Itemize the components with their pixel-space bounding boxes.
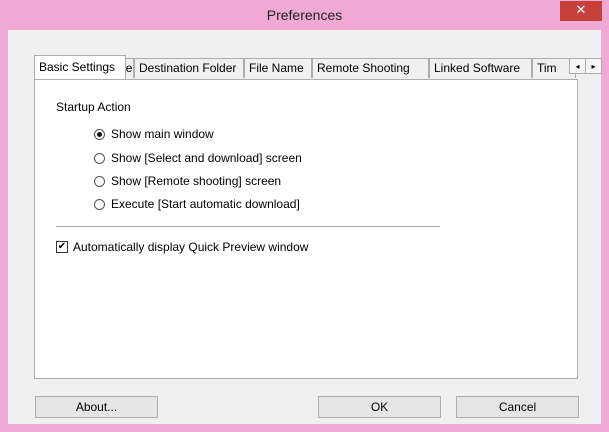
cancel-button-label: Cancel [498, 400, 537, 414]
checkmark-icon: ✔ [57, 241, 67, 252]
radio-label: Show [Select and download] screen [111, 151, 302, 165]
ok-button-label: OK [370, 400, 389, 414]
tab-remote-shooting[interactable]: Remote Shooting [312, 58, 429, 78]
window-title: Preferences [266, 7, 343, 23]
cancel-button[interactable]: Cancel [456, 396, 579, 418]
tab-linked-software[interactable]: Linked Software [429, 58, 532, 78]
radio-show-remote-shooting[interactable]: Show [Remote shooting] screen [94, 173, 281, 189]
tab-file-name[interactable]: File Name [244, 58, 312, 78]
preferences-dialog: Preferences ✕ Destination Folder Destina… [0, 0, 609, 432]
quick-preview-option[interactable]: ✔ Automatically display Quick Preview wi… [56, 240, 308, 254]
radio-button[interactable] [94, 128, 105, 140]
radio-label: Execute [Start automatic download] [111, 197, 300, 211]
quick-preview-checkbox[interactable]: ✔ [56, 241, 68, 253]
radio-label: Show main window [111, 127, 214, 141]
tab-label: File Name [249, 61, 304, 75]
about-button-label: About... [75, 400, 118, 414]
tab-label: Tim [537, 61, 557, 75]
tab-scroll-left-button[interactable]: ◂ [569, 58, 586, 74]
tab-label: Destination Folder [139, 61, 237, 75]
close-icon: ✕ [575, 3, 587, 18]
radio-button[interactable] [94, 152, 105, 164]
scroll-left-icon: ◂ [575, 62, 580, 71]
tab-scroll-right-button[interactable]: ▸ [585, 58, 602, 74]
basic-settings-panel: Startup Action Show main window Show [Se… [34, 79, 578, 379]
radio-label: Show [Remote shooting] screen [111, 174, 282, 188]
tab-destination-folder[interactable]: Destination Folder [134, 58, 244, 78]
title-bar[interactable]: Preferences ✕ [0, 0, 609, 30]
tab-label: Basic Settings [39, 60, 116, 74]
tab-basic-settings[interactable]: Basic Settings [34, 55, 126, 79]
radio-show-select-and-download[interactable]: Show [Select and download] screen [94, 150, 302, 166]
divider [56, 226, 440, 227]
close-button[interactable]: ✕ [560, 1, 602, 21]
radio-button[interactable] [94, 198, 105, 210]
quick-preview-label: Automatically display Quick Preview wind… [73, 240, 309, 254]
about-button[interactable]: About... [35, 396, 158, 418]
radio-show-main-window[interactable]: Show main window [94, 126, 214, 142]
tab-label: Remote Shooting [317, 61, 410, 75]
radio-execute-auto-download[interactable]: Execute [Start automatic download] [94, 196, 300, 212]
ok-button[interactable]: OK [318, 396, 441, 418]
startup-action-label: Startup Action [56, 100, 131, 114]
tab-label: Linked Software [434, 61, 521, 75]
scroll-right-icon: ▸ [591, 62, 596, 71]
radio-button[interactable] [94, 175, 105, 187]
